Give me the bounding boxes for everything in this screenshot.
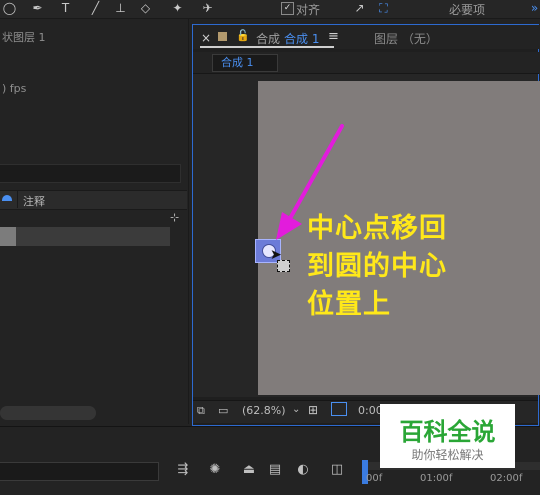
comp-breadcrumb-label: 合成 1 [221, 56, 254, 69]
fps-label: ) fps [2, 82, 27, 95]
pan-behind-cursor-icon [277, 260, 290, 272]
monitor-icon[interactable]: ▭ [218, 404, 228, 417]
ruler-label-1: 01:00f [420, 473, 453, 484]
watermark-title: 百科全说 [399, 418, 496, 446]
active-tab-underline [200, 46, 334, 48]
ruler-label-2: 02:00f [490, 473, 523, 484]
project-scrollbar[interactable] [0, 406, 96, 420]
annotation-text: 中心点移回 到圆的中心 位置上 [307, 213, 447, 320]
composition-tab-prefix: 合成 [256, 32, 281, 46]
ruler-label-0: 00f [366, 473, 383, 484]
workspace-label[interactable]: 必要项 [449, 1, 485, 18]
layer-name-label: 状图层 1 [2, 31, 46, 44]
text-tool-icon[interactable]: T [58, 1, 73, 15]
graph-editor-icon[interactable]: ◫ [328, 462, 346, 478]
brush-tool-icon[interactable]: ╱ [88, 1, 103, 15]
always-preview-icon[interactable]: ⧉ [197, 404, 205, 418]
grid-guides-icon[interactable]: ⊞ [308, 403, 318, 417]
comment-column-label[interactable]: 注释 [23, 193, 45, 209]
align-checkbox-icon[interactable]: ✓ [281, 2, 294, 15]
column-divider [17, 191, 18, 208]
snap-target-icon[interactable]: ⛶ [376, 1, 391, 15]
zoom-dropdown-icon[interactable]: ⌄ [292, 404, 300, 415]
current-timecode[interactable]: 0:00 [358, 404, 383, 417]
pen-tool-icon[interactable]: ✒ [30, 1, 45, 15]
comp-mini-flowchart-icon[interactable]: ⇶ [174, 462, 192, 478]
project-item-thumbnail [0, 227, 16, 246]
project-item-row[interactable] [0, 227, 170, 246]
motion-blur-icon[interactable]: ◐ [294, 462, 312, 478]
draft-3d-icon[interactable]: ✺ [206, 462, 224, 478]
shy-layers-icon[interactable]: ⏏ [240, 462, 258, 478]
composition-tab-name[interactable]: 合成 1 [284, 30, 319, 47]
lock-icon[interactable]: 🔓 [236, 29, 250, 42]
project-panel [0, 19, 189, 424]
mask-visibility-icon[interactable] [331, 402, 347, 416]
timeline-search-input[interactable] [0, 462, 159, 481]
ellipse-tool-icon[interactable]: ◯ [2, 1, 17, 15]
align-label: 对齐 [296, 3, 321, 17]
layer-panel-label[interactable]: 图层 （无） [374, 30, 438, 47]
panel-menu-icon[interactable]: ≡ [328, 29, 339, 44]
close-tab-icon[interactable]: × [201, 31, 211, 45]
workspace-menu-icon[interactable]: » [527, 1, 540, 15]
watermark-subtitle: 助你轻松解决 [411, 448, 484, 462]
zoom-level[interactable]: (62.8%) [242, 404, 286, 417]
label-color-icon[interactable] [2, 195, 12, 201]
frame-blending-icon[interactable]: ▤ [266, 462, 284, 478]
eraser-tool-icon[interactable]: ◇ [138, 1, 153, 15]
snap-arrow-icon[interactable]: ↗ [352, 1, 367, 15]
flowchart-icon[interactable]: ⊹ [170, 212, 184, 224]
puppet-pin-tool-icon[interactable]: ✈ [200, 1, 215, 15]
roto-brush-tool-icon[interactable]: ✦ [170, 1, 185, 15]
project-search-input[interactable] [0, 164, 181, 183]
comp-breadcrumb-tab[interactable]: 合成 1 [212, 54, 278, 72]
clone-stamp-tool-icon[interactable]: ⊥ [113, 1, 128, 15]
comp-color-swatch-icon [218, 32, 227, 41]
